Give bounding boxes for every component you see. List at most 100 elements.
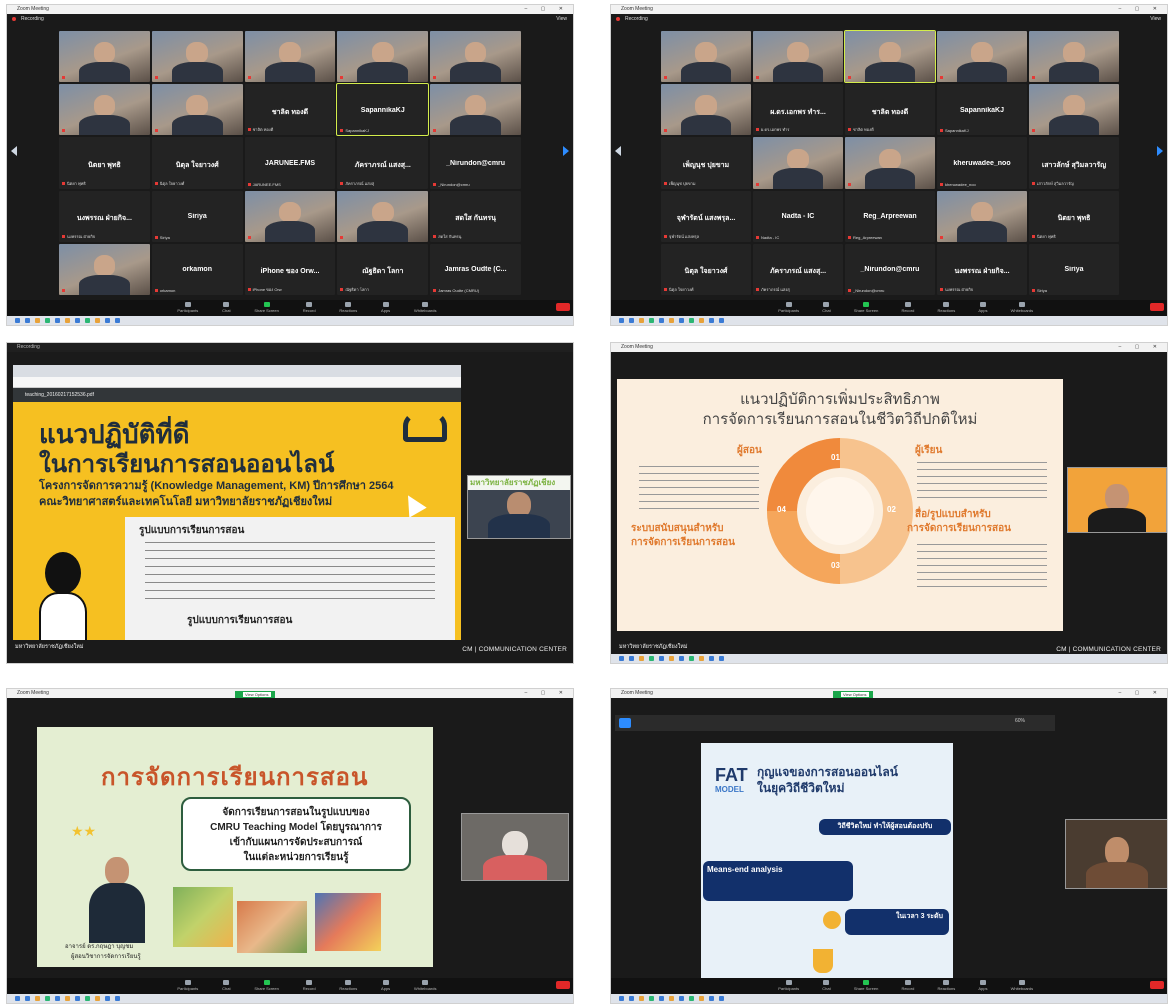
toolbar-button[interactable]: Whiteboards bbox=[1011, 300, 1033, 313]
browser-address-bar[interactable] bbox=[13, 377, 461, 388]
window-controls[interactable]: – ▢ ✕ bbox=[1119, 5, 1163, 14]
participant-tile[interactable]: เสาวลักษ์ สุวิมลวารัญ เสาวลักษ์ สุวิมลวาร… bbox=[1029, 137, 1119, 189]
participant-tile[interactable] bbox=[844, 29, 936, 84]
participant-tile[interactable]: kheruwadee_noo kheruwadee_noo bbox=[937, 137, 1027, 189]
toolbar-button[interactable]: Whiteboards bbox=[1011, 978, 1033, 991]
next-page-icon[interactable] bbox=[1157, 145, 1163, 156]
toolbar-button[interactable]: Participants bbox=[177, 300, 198, 313]
toolbar-button[interactable]: Record bbox=[901, 978, 914, 991]
toolbar-button[interactable]: Share Screen bbox=[254, 300, 279, 313]
toolbar-button[interactable]: Apps bbox=[381, 978, 390, 991]
participant-tile[interactable] bbox=[151, 84, 243, 136]
toolbar-button[interactable]: Record bbox=[901, 300, 914, 313]
toolbar-button[interactable]: Reactions bbox=[937, 978, 955, 991]
participant-tile[interactable] bbox=[151, 31, 243, 83]
participant-tile[interactable]: เพ็ญนุช ปุยขาม เพ็ญนุช ปุยขาม bbox=[661, 137, 751, 189]
participant-tile[interactable] bbox=[937, 190, 1027, 242]
participant-tile[interactable] bbox=[59, 31, 150, 83]
end-button[interactable] bbox=[556, 981, 570, 989]
participant-tile[interactable] bbox=[244, 31, 336, 83]
toolbar-button[interactable]: Participants bbox=[778, 300, 799, 313]
toolbar-button[interactable]: Share Screen bbox=[854, 978, 878, 991]
toolbar-button[interactable]: Reactions bbox=[339, 300, 357, 313]
participant-tile[interactable]: Nadta - IC Nadta - IC bbox=[753, 190, 843, 242]
participant-tile[interactable]: จุฬารัตน์ แสงพรุล... จุฬารัตน์ แสงพรุล bbox=[661, 190, 751, 242]
view-button[interactable]: View bbox=[1150, 14, 1161, 24]
browser-tabs[interactable] bbox=[13, 365, 461, 377]
prev-page-icon[interactable] bbox=[11, 145, 17, 156]
participant-tile[interactable] bbox=[1029, 84, 1119, 136]
end-button[interactable] bbox=[1150, 981, 1164, 989]
participant-tile[interactable]: SapannikaKJ SapannikaKJ bbox=[937, 84, 1027, 136]
participant-tile[interactable] bbox=[430, 84, 521, 136]
toolbar-button[interactable]: Whiteboards bbox=[414, 300, 436, 313]
zoom-level[interactable]: 60% bbox=[1015, 718, 1025, 724]
participant-tile[interactable]: ผ.ดร.เอกพร ทำร... ผ.ดร.เอกพร ทำร bbox=[753, 84, 843, 136]
participant-tile[interactable]: ณัฐธิดา โลกา ณัฐธิดา โลกา bbox=[337, 243, 429, 295]
participant-tile[interactable]: iPhone ของ Orw... iPhone ของ Orw bbox=[244, 243, 336, 295]
toolbar-button[interactable]: Apps bbox=[381, 300, 390, 313]
window-controls[interactable]: – ▢ ✕ bbox=[525, 689, 569, 698]
end-button[interactable] bbox=[556, 303, 570, 311]
toolbar-button[interactable]: Whiteboards bbox=[414, 978, 436, 991]
toolbar-button[interactable]: Participants bbox=[778, 978, 799, 991]
toolbar-button[interactable]: Chat bbox=[822, 300, 831, 313]
view-button[interactable]: View bbox=[556, 14, 567, 24]
participant-tile[interactable]: JARUNEE.FMS JARUNEE.FMS bbox=[244, 137, 336, 189]
toolbar-button[interactable]: Record bbox=[303, 978, 316, 991]
participant-tile[interactable] bbox=[661, 31, 751, 83]
participant-tile[interactable] bbox=[1029, 31, 1119, 83]
participant-tile[interactable]: Reg_Arpreewan Reg_Arpreewan bbox=[845, 190, 935, 242]
toolbar-button[interactable]: Chat bbox=[222, 300, 231, 313]
toolbar-button[interactable]: Chat bbox=[222, 978, 231, 991]
view-options-button[interactable]: View Options bbox=[243, 692, 271, 697]
participant-tile[interactable] bbox=[937, 31, 1027, 83]
participant-tile[interactable]: นงพรรณ ฝ่ายกิจ... นงพรรณ ฝ่ายกิจ bbox=[937, 243, 1027, 295]
participant-tile[interactable] bbox=[753, 31, 843, 83]
toolbar-button[interactable]: Apps bbox=[978, 300, 988, 313]
view-options-button[interactable]: View Options bbox=[841, 692, 869, 697]
participant-tile[interactable]: _Nirundon@cmru _Nirundon@cmru bbox=[430, 137, 521, 189]
participant-tile[interactable]: นิตยา พุทธิ นิตยา พุทธิ bbox=[1029, 190, 1119, 242]
participant-tile[interactable]: ภัคราภรณ์ แสงสุ... ภัคราภรณ์ แสงสุ bbox=[753, 243, 843, 295]
toolbar-button[interactable]: Participants bbox=[177, 978, 198, 991]
participant-tile[interactable]: นิตุล ใจยาวงศ์ นิตุล ใจยาวงศ์ bbox=[661, 243, 751, 295]
toolbar-button[interactable]: Apps bbox=[978, 978, 988, 991]
toolbar-button[interactable]: Share Screen bbox=[254, 978, 279, 991]
participant-tile[interactable] bbox=[753, 137, 843, 189]
prev-page-icon[interactable] bbox=[615, 145, 621, 156]
participant-tile[interactable]: Siriya Siriya bbox=[1029, 243, 1119, 295]
toolbar-label: Share Screen bbox=[254, 308, 279, 313]
participant-tile[interactable]: SapannikaKJ SapannikaKJ bbox=[336, 83, 430, 137]
end-button[interactable] bbox=[1150, 303, 1164, 311]
participant-tile[interactable] bbox=[845, 137, 935, 189]
window-controls[interactable]: – ▢ ✕ bbox=[525, 5, 569, 14]
participant-tile[interactable]: สดใส กันทรนุ สดใส กันทรนุ bbox=[430, 190, 521, 242]
participant-tile[interactable]: _Nirundon@cmru _Nirundon@cmru bbox=[845, 243, 935, 295]
toolbar-button[interactable]: Share Screen bbox=[854, 300, 878, 313]
toolbar-button[interactable]: Chat bbox=[822, 978, 831, 991]
toolbar-button[interactable]: Reactions bbox=[937, 300, 955, 313]
participant-tile[interactable]: นิตุล ใจยาวงศ์ นิตุล ใจยาวงศ์ bbox=[151, 137, 243, 189]
participant-tile[interactable] bbox=[430, 31, 521, 83]
participant-tile[interactable]: Siriya Siriya bbox=[151, 190, 243, 242]
participant-tile[interactable]: นิตยา พุทธิ นิตยา พุทธิ bbox=[59, 137, 150, 189]
participant-tile[interactable]: ชาลิต ทองดี ชาลิต ทองดี bbox=[845, 84, 935, 136]
participant-tile[interactable] bbox=[59, 84, 150, 136]
window-controls[interactable]: – ▢ ✕ bbox=[1119, 343, 1163, 352]
window-controls[interactable]: – ▢ ✕ bbox=[1119, 689, 1163, 698]
participant-tile[interactable]: ภัคราภรณ์ แสงสุ... ภัคราภรณ์ แสงสุ bbox=[337, 137, 429, 189]
toolbar-button[interactable]: Record bbox=[303, 300, 316, 313]
participant-tile[interactable] bbox=[337, 190, 429, 242]
participant-tile[interactable] bbox=[244, 190, 336, 242]
participant-tile[interactable]: orkamon orkamon bbox=[151, 243, 243, 295]
participant-tile[interactable] bbox=[661, 84, 751, 136]
participant-tile[interactable]: Jamras Oudte (C... Jamras Oudte (CMRU) bbox=[430, 243, 521, 295]
participant-tile[interactable]: นงพรรณ ฝ่ายกิจ... นงพรรณ ฝ่ายกิจ bbox=[59, 190, 150, 242]
participant-tile[interactable]: ชาลิต ทองดี ชาลิต ทองดี bbox=[244, 84, 336, 136]
home-icon[interactable] bbox=[619, 718, 631, 728]
next-page-icon[interactable] bbox=[563, 145, 569, 156]
toolbar-button[interactable]: Reactions bbox=[339, 978, 357, 991]
participant-tile[interactable] bbox=[59, 243, 150, 295]
participant-tile[interactable] bbox=[337, 31, 429, 83]
